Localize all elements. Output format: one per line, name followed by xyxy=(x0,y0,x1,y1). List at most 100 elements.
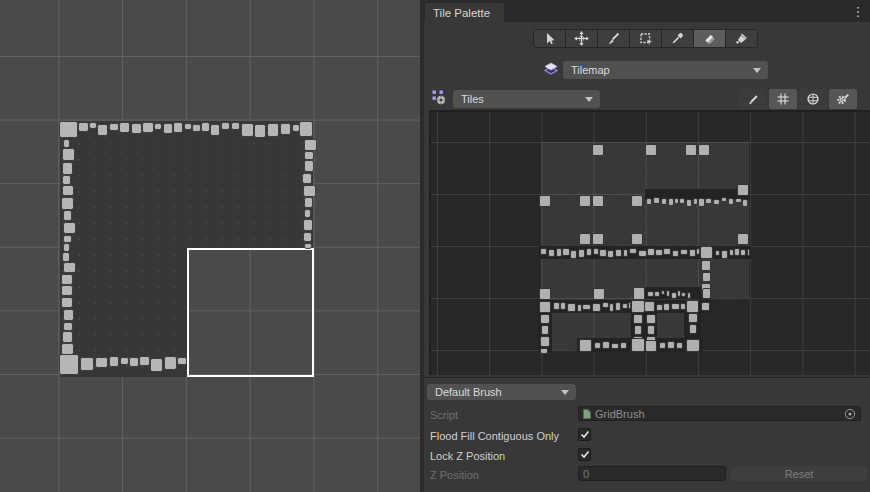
palette-tile[interactable] xyxy=(653,197,660,204)
palette-tile[interactable] xyxy=(659,342,666,349)
palette-tile[interactable] xyxy=(672,250,679,257)
palette-tile[interactable] xyxy=(582,304,591,310)
palette-tile[interactable] xyxy=(562,248,570,256)
palette-tile[interactable] xyxy=(567,303,576,312)
move-tool-button[interactable] xyxy=(565,29,598,48)
palette-tile[interactable] xyxy=(735,198,742,203)
palette-tile[interactable] xyxy=(686,300,699,313)
palette-tile[interactable] xyxy=(721,250,728,259)
palette-tile[interactable] xyxy=(715,250,720,256)
palette-tile[interactable] xyxy=(633,287,645,300)
palette-tile[interactable] xyxy=(680,303,686,310)
palette-tile[interactable] xyxy=(631,233,643,245)
lock-z-checkbox[interactable] xyxy=(578,448,591,461)
palette-tile[interactable] xyxy=(592,303,601,312)
palette-tile[interactable] xyxy=(689,249,696,257)
palette-tile[interactable] xyxy=(646,314,656,324)
palette-tile[interactable] xyxy=(728,198,734,205)
palette-tile[interactable] xyxy=(698,198,705,207)
select-tool-button[interactable] xyxy=(533,29,566,48)
palette-tile[interactable] xyxy=(686,199,692,207)
palette-tile[interactable] xyxy=(586,248,592,256)
palette-tile[interactable] xyxy=(647,248,655,256)
grid-toggle-button[interactable] xyxy=(769,89,797,109)
palette-tile[interactable] xyxy=(686,339,700,352)
palette-tile[interactable] xyxy=(609,303,614,312)
palette-tile[interactable] xyxy=(667,341,675,349)
palette-tile[interactable] xyxy=(656,304,663,311)
gear-edit-button[interactable] xyxy=(829,89,857,109)
palette-tile[interactable] xyxy=(671,303,680,310)
palette-tile[interactable] xyxy=(644,301,655,312)
palette-tile[interactable] xyxy=(688,313,698,323)
palette-tile[interactable] xyxy=(629,248,637,254)
palette-tile[interactable] xyxy=(579,233,591,245)
reset-button[interactable]: Reset xyxy=(731,466,867,481)
palette-tile[interactable] xyxy=(599,249,607,257)
palette-tile[interactable] xyxy=(539,301,551,313)
palette-tile[interactable] xyxy=(570,250,577,259)
palette-tile[interactable] xyxy=(646,198,652,205)
palette-tile[interactable] xyxy=(645,340,657,352)
palette-tile[interactable] xyxy=(615,302,621,311)
palette-tile[interactable] xyxy=(698,144,710,156)
palette-tile[interactable] xyxy=(620,342,627,349)
palette-tile[interactable] xyxy=(747,249,750,256)
palette-dropdown[interactable]: Tiles xyxy=(453,90,600,108)
palette-tile[interactable] xyxy=(689,324,697,334)
palette-tile[interactable] xyxy=(628,302,631,309)
palette-tile[interactable] xyxy=(553,302,560,310)
eraser-tool-button[interactable] xyxy=(693,29,726,48)
palette-tile[interactable] xyxy=(737,233,749,245)
palette-tile[interactable] xyxy=(663,248,671,255)
palette-tile[interactable] xyxy=(539,288,551,300)
palette-tile[interactable] xyxy=(593,288,605,300)
palette-tile[interactable] xyxy=(645,144,657,156)
palette-tile[interactable] xyxy=(540,336,550,347)
palette-tile[interactable] xyxy=(702,272,711,282)
palette-tile[interactable] xyxy=(578,249,585,258)
palette-tile[interactable] xyxy=(633,314,643,324)
palette-tile[interactable] xyxy=(548,249,555,257)
palette-tile[interactable] xyxy=(647,325,655,335)
palette-tile[interactable] xyxy=(721,197,727,202)
brush-dropdown[interactable]: Default Brush xyxy=(427,384,576,400)
palette-tile[interactable] xyxy=(655,249,663,256)
palette-tile[interactable] xyxy=(740,249,746,256)
palette-tile[interactable] xyxy=(611,343,619,349)
palette-tile[interactable] xyxy=(663,303,670,311)
palette-tile[interactable] xyxy=(631,300,645,313)
palette-tile[interactable] xyxy=(592,233,604,245)
palette-tile[interactable] xyxy=(742,199,748,207)
palette-tile[interactable] xyxy=(602,302,609,308)
palette-tile[interactable] xyxy=(654,291,660,297)
palette-tile[interactable] xyxy=(579,195,591,207)
palette-tile[interactable] xyxy=(676,342,683,349)
box-fill-tool-button[interactable] xyxy=(629,29,662,48)
palette-tile[interactable] xyxy=(615,249,622,257)
palette-tile[interactable] xyxy=(713,199,720,205)
palette-view[interactable] xyxy=(429,110,870,375)
tab-tile-palette[interactable]: Tile Palette xyxy=(425,3,504,22)
scene-view[interactable] xyxy=(0,0,424,492)
tilemap-dropdown[interactable]: Tilemap xyxy=(563,61,768,79)
edit-palette-button[interactable] xyxy=(739,89,767,109)
palette-tile[interactable] xyxy=(631,195,643,207)
palette-tile[interactable] xyxy=(540,348,548,354)
palette-tile[interactable] xyxy=(680,249,688,255)
palette-tile[interactable] xyxy=(685,144,697,156)
palette-tile[interactable] xyxy=(579,339,592,352)
paint-tool-button[interactable] xyxy=(597,29,630,48)
palette-tile[interactable] xyxy=(647,291,654,297)
palette-tile[interactable] xyxy=(602,341,610,349)
palette-tile[interactable] xyxy=(679,198,685,204)
palette-tile[interactable] xyxy=(702,288,711,299)
palette-tile[interactable] xyxy=(638,250,647,257)
palette-tile[interactable] xyxy=(541,325,549,335)
palette-tile[interactable] xyxy=(681,292,686,297)
palette-tile[interactable] xyxy=(737,184,749,196)
palette-tile[interactable] xyxy=(661,290,665,295)
palette-tile[interactable] xyxy=(592,144,604,156)
palette-tile[interactable] xyxy=(661,198,667,205)
palette-tile[interactable] xyxy=(634,325,642,335)
